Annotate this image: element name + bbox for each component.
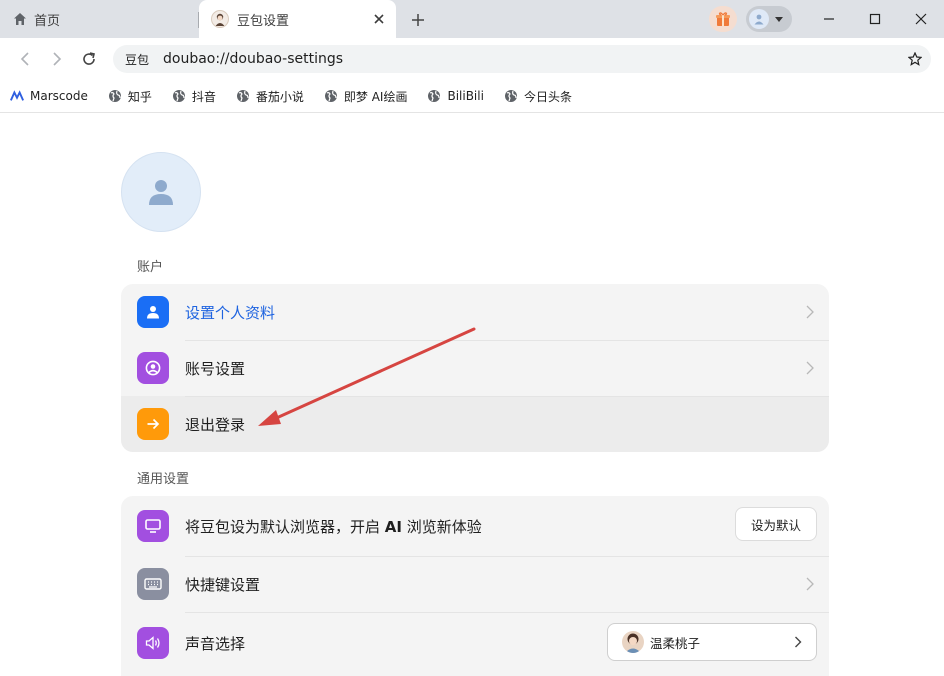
bookmark-label: 即梦 AI绘画 — [343, 89, 408, 104]
chevron-right-icon — [805, 305, 815, 319]
bookmark-toutiao[interactable]: 今日头条 — [504, 88, 572, 105]
profile-menu-button[interactable] — [746, 6, 792, 32]
globe-icon — [427, 89, 441, 103]
set-default-button[interactable]: 设为默认 — [735, 507, 817, 541]
edit-profile-label: 设置个人资料 — [185, 303, 276, 322]
close-tab-icon[interactable] — [372, 12, 386, 26]
bookmark-douyin[interactable]: 抖音 — [172, 88, 216, 105]
user-icon — [137, 296, 169, 328]
chevron-right-icon — [794, 636, 802, 651]
globe-icon — [172, 89, 186, 103]
bookmark-fanqie[interactable]: 番茄小说 — [236, 88, 304, 105]
logout-row[interactable]: 退出登录 — [121, 396, 829, 452]
reload-button[interactable] — [78, 48, 100, 70]
voice-label: 声音选择 — [185, 634, 246, 653]
bookmark-label: 抖音 — [191, 89, 216, 104]
profile-avatar-icon — [749, 9, 769, 29]
voice-avatar-icon — [622, 631, 644, 653]
voice-selected-label: 温柔桃子 — [650, 635, 701, 651]
bookmark-star-icon[interactable] — [907, 51, 923, 67]
default-browser-label: 将豆包设为默认浏览器，开启 AI 浏览新体验 — [185, 517, 482, 536]
home-icon — [12, 11, 28, 27]
globe-icon — [236, 89, 250, 103]
edit-profile-row[interactable]: 设置个人资料 — [121, 284, 829, 340]
bookmark-label: 番茄小说 — [255, 89, 304, 104]
url-text: doubao://doubao-settings — [163, 51, 344, 67]
arrow-right-icon — [137, 408, 169, 440]
user-placeholder-icon — [149, 180, 173, 205]
bookmark-zhihu[interactable]: 知乎 — [108, 88, 152, 105]
gift-icon[interactable] — [709, 6, 737, 32]
bookmark-label: Marscode — [30, 89, 88, 103]
logout-label: 退出登录 — [185, 415, 246, 434]
globe-icon — [504, 89, 518, 103]
bookmark-label: BiliBili — [447, 89, 484, 103]
shortcuts-label: 快捷键设置 — [185, 575, 261, 594]
shortcuts-row[interactable]: 快捷键设置 — [121, 556, 829, 612]
forward-button[interactable] — [46, 48, 68, 70]
tab-strip: 首页 豆包设置 — [0, 0, 944, 38]
bookmark-label: 知乎 — [127, 89, 152, 104]
doubao-favicon-icon — [211, 10, 229, 28]
chevron-down-icon — [775, 16, 783, 22]
close-window-button[interactable] — [898, 0, 944, 38]
speaker-icon — [137, 627, 169, 659]
general-card: 将豆包设为默认浏览器，开启 AI 浏览新体验 设为默认 快捷键设置 声音选择 温… — [121, 496, 829, 676]
account-section-title: 账户 — [137, 260, 164, 275]
voice-row: 声音选择 温柔桃子 — [121, 612, 829, 674]
bookmark-bilibili[interactable]: BiliBili — [427, 89, 484, 103]
site-chip: 豆包 — [125, 52, 150, 67]
minimize-button[interactable] — [806, 0, 852, 38]
account-settings-row[interactable]: 账号设置 — [121, 340, 829, 396]
back-button[interactable] — [14, 48, 36, 70]
account-settings-label: 账号设置 — [185, 359, 246, 378]
user-avatar[interactable] — [121, 152, 201, 232]
bookmark-marscode[interactable]: Marscode — [10, 89, 88, 103]
keyboard-icon — [137, 568, 169, 600]
bookmarks-bar: Marscode 知乎 抖音 番茄小说 即梦 AI绘画 BiliBili 今日头… — [0, 80, 944, 113]
maximize-button[interactable] — [852, 0, 898, 38]
bookmark-jimeng[interactable]: 即梦 AI绘画 — [324, 88, 408, 105]
voice-select[interactable]: 温柔桃子 — [607, 623, 817, 661]
tab-home-label: 首页 — [34, 13, 61, 29]
account-card: 设置个人资料 账号设置 退出登录 — [121, 284, 829, 452]
settings-page: 账户 设置个人资料 账号设置 退出登录 通用设置 将豆包设为默认浏览器，开启 A… — [0, 114, 944, 676]
address-bar[interactable]: 豆包 doubao://doubao-settings — [113, 45, 931, 73]
chevron-right-icon — [805, 361, 815, 375]
tab-home[interactable]: 首页 — [0, 0, 198, 38]
general-section-title: 通用设置 — [137, 472, 190, 487]
tab-active-label: 豆包设置 — [237, 13, 290, 29]
bookmark-label: 今日头条 — [523, 89, 572, 104]
globe-icon — [324, 89, 338, 103]
globe-icon — [108, 89, 122, 103]
new-tab-button[interactable] — [408, 10, 428, 30]
chevron-right-icon — [805, 577, 815, 591]
tab-doubao-settings[interactable]: 豆包设置 — [199, 0, 396, 38]
default-browser-row: 将豆包设为默认浏览器，开启 AI 浏览新体验 设为默认 — [121, 496, 829, 556]
account-circle-icon — [137, 352, 169, 384]
monitor-icon — [137, 510, 169, 542]
marscode-icon — [10, 89, 24, 103]
